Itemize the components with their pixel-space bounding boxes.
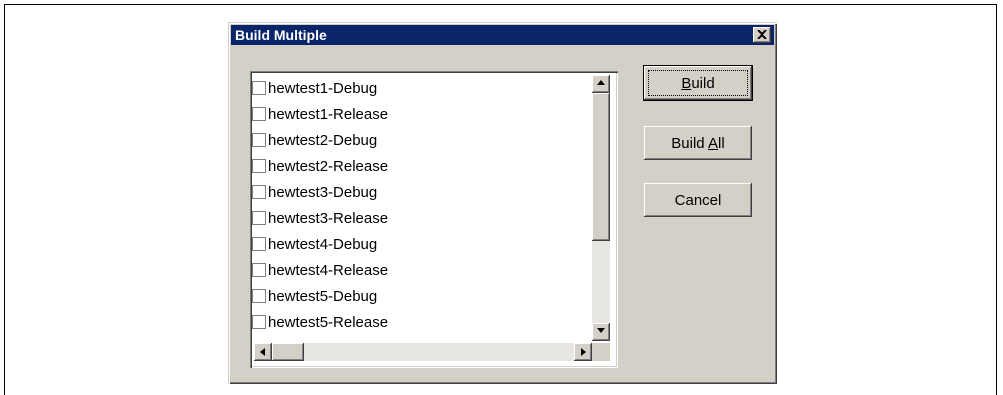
scroll-up-button[interactable]	[592, 75, 610, 93]
configuration-items: hewtest1-Debug hewtest1-Release hewtest2…	[252, 75, 388, 335]
configuration-list[interactable]: hewtest1-Debug hewtest1-Release hewtest2…	[250, 71, 618, 368]
list-item[interactable]: hewtest4-Debug	[252, 231, 388, 257]
checkbox[interactable]	[252, 289, 266, 303]
list-item-label: hewtest5-Release	[268, 313, 389, 331]
dialog-title: Build Multiple	[235, 27, 327, 43]
arrow-right-icon	[581, 348, 586, 356]
checkbox[interactable]	[252, 263, 266, 277]
list-item-label: hewtest1-Debug	[268, 79, 378, 97]
title-bar[interactable]: Build Multiple	[231, 25, 774, 45]
build-all-button-label: Build All	[671, 134, 725, 152]
scroll-right-button[interactable]	[574, 343, 592, 361]
arrow-down-icon	[597, 328, 605, 333]
list-item[interactable]: hewtest5-Debug	[252, 283, 388, 309]
checkbox[interactable]	[252, 159, 266, 173]
list-item[interactable]: hewtest5-Release	[252, 309, 388, 335]
cancel-button-label: Cancel	[674, 191, 722, 209]
horizontal-scroll-thumb[interactable]	[272, 343, 304, 361]
scroll-left-button[interactable]	[254, 343, 272, 361]
close-icon	[757, 30, 767, 39]
build-multiple-dialog: Build Multiple hewtest1-Debug hewtest1-R…	[228, 22, 777, 384]
list-item-label: hewtest2-Debug	[268, 131, 378, 149]
vertical-scroll-thumb[interactable]	[592, 93, 610, 241]
list-item[interactable]: hewtest1-Debug	[252, 75, 388, 101]
list-item[interactable]: hewtest3-Debug	[252, 179, 388, 205]
checkbox[interactable]	[252, 211, 266, 225]
cancel-button[interactable]: Cancel	[644, 183, 752, 217]
list-item-label: hewtest4-Release	[268, 261, 389, 279]
checkbox[interactable]	[252, 237, 266, 251]
arrow-left-icon	[260, 348, 265, 356]
list-item[interactable]: hewtest2-Release	[252, 153, 388, 179]
close-button[interactable]	[753, 27, 771, 43]
list-item[interactable]: hewtest3-Release	[252, 205, 388, 231]
arrow-up-icon	[597, 80, 605, 85]
checkbox[interactable]	[252, 185, 266, 199]
checkbox[interactable]	[252, 133, 266, 147]
list-item-label: hewtest3-Debug	[268, 183, 378, 201]
horizontal-scrollbar[interactable]	[254, 343, 592, 361]
checkbox[interactable]	[252, 315, 266, 329]
checkbox[interactable]	[252, 107, 266, 121]
list-item-label: hewtest2-Release	[268, 157, 389, 175]
build-button-label: Build	[681, 74, 715, 92]
list-item-label: hewtest3-Release	[268, 209, 389, 227]
build-button[interactable]: Build	[643, 65, 753, 101]
list-item-label: hewtest1-Release	[268, 105, 389, 123]
scrollbar-corner	[592, 343, 610, 361]
list-item[interactable]: hewtest4-Release	[252, 257, 388, 283]
list-item-label: hewtest4-Debug	[268, 235, 378, 253]
list-item[interactable]: hewtest1-Release	[252, 101, 388, 127]
checkbox[interactable]	[252, 81, 266, 95]
scroll-down-button[interactable]	[592, 323, 610, 341]
list-item[interactable]: hewtest2-Debug	[252, 127, 388, 153]
list-item-label: hewtest5-Debug	[268, 287, 378, 305]
vertical-scrollbar[interactable]	[592, 75, 610, 341]
build-all-button[interactable]: Build All	[644, 126, 752, 160]
